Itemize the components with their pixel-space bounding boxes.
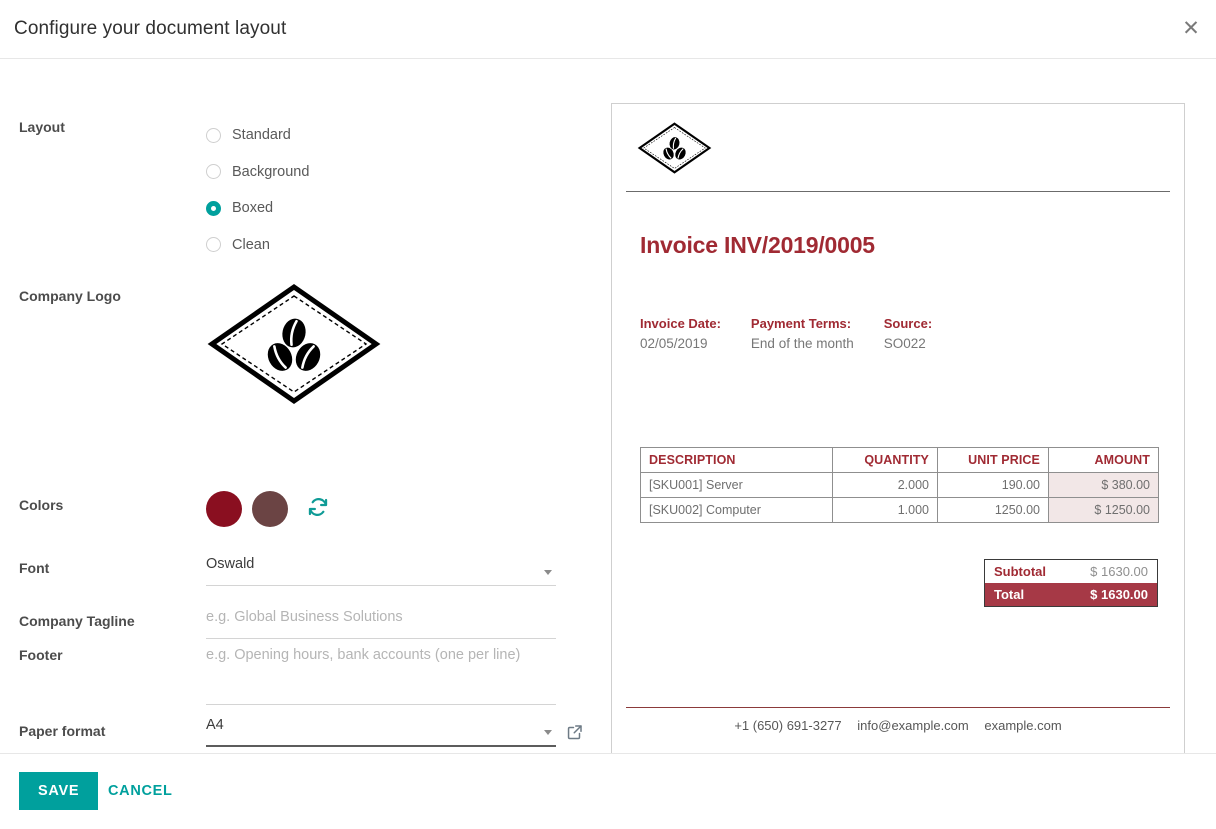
cancel-button[interactable]: CANCEL — [100, 772, 181, 810]
dialog-body: Layout Standard Background Boxed Clean C… — [0, 59, 1216, 768]
invoice-lines-table: DESCRIPTION QUANTITY UNIT PRICE AMOUNT [… — [640, 447, 1159, 523]
external-link-icon[interactable] — [566, 723, 584, 741]
configure-document-layout-dialog: Configure your document layout ✕ Layout … — [0, 0, 1216, 829]
company-logo-image[interactable] — [206, 281, 382, 407]
save-button[interactable]: SAVE — [19, 772, 99, 810]
radio-icon — [206, 127, 221, 143]
font-label: Font — [19, 560, 50, 576]
paper-format-label: Paper format — [19, 723, 106, 739]
radio-icon — [206, 164, 221, 180]
cell-description: [SKU002] Computer — [640, 497, 833, 523]
total-value: $ 1630.00 — [1090, 587, 1148, 602]
paper-format-select[interactable]: A4 — [206, 717, 556, 747]
table-row: [SKU002] Computer 1.000 1250.00 $ 1250.0… — [640, 497, 1159, 523]
footer-website: example.com — [984, 718, 1062, 733]
colors-label: Colors — [19, 497, 64, 513]
primary-color-swatch[interactable] — [206, 491, 242, 527]
radio-option-background[interactable]: Background — [206, 154, 309, 191]
page-title: Configure your document layout — [14, 18, 287, 39]
radio-option-clean[interactable]: Clean — [206, 227, 309, 264]
chevron-down-icon — [544, 730, 552, 735]
cell-description: [SKU001] Server — [640, 472, 833, 498]
preview-header — [612, 104, 1184, 192]
meta-payment-terms: Payment Terms: End of the month — [751, 316, 854, 351]
meta-label: Payment Terms: — [750, 316, 852, 331]
table-row: [SKU001] Server 2.000 190.00 $ 380.00 — [640, 472, 1159, 498]
column-header-description: DESCRIPTION — [640, 447, 833, 473]
refresh-icon[interactable] — [307, 496, 329, 518]
meta-value: SO022 — [883, 336, 926, 351]
radio-option-standard[interactable]: Standard — [206, 117, 309, 154]
preview-logo — [637, 120, 712, 176]
column-header-amount: AMOUNT — [1048, 447, 1159, 473]
footer-label: Footer — [19, 647, 63, 663]
layout-settings-form: Layout Standard Background Boxed Clean C… — [0, 59, 600, 753]
paper-format-value: A4 — [206, 717, 224, 733]
company-tagline-placeholder: e.g. Global Business Solutions — [206, 609, 403, 625]
column-header-unit-price: UNIT PRICE — [937, 447, 1049, 473]
subtotal-label: Subtotal — [994, 564, 1046, 579]
layout-label: Layout — [19, 119, 65, 135]
meta-source: Source: SO022 — [884, 316, 932, 351]
cell-amount: $ 1250.00 — [1048, 497, 1159, 523]
cell-quantity: 1.000 — [832, 497, 938, 523]
subtotal-value: $ 1630.00 — [1090, 564, 1148, 579]
radio-label: Boxed — [232, 200, 274, 217]
meta-invoice-date: Invoice Date: 02/05/2019 — [640, 316, 721, 351]
footer-phone: +1 (650) 691-3277 — [734, 718, 842, 733]
total-row: Total $ 1630.00 — [985, 583, 1157, 606]
radio-option-boxed[interactable]: Boxed — [206, 190, 309, 227]
font-value: Oswald — [206, 556, 255, 572]
radio-icon — [206, 237, 221, 253]
cell-unit-price: 190.00 — [937, 472, 1049, 498]
cell-quantity: 2.000 — [832, 472, 938, 498]
close-icon[interactable]: ✕ — [1176, 14, 1206, 44]
layout-radio-group: Standard Background Boxed Clean — [206, 117, 309, 263]
radio-label: Background — [232, 163, 310, 180]
meta-label: Invoice Date: — [640, 316, 721, 331]
invoice-title: Invoice INV/2019/0005 — [640, 232, 875, 258]
total-label: Total — [994, 587, 1025, 602]
meta-value: End of the month — [750, 336, 854, 351]
font-select[interactable]: Oswald — [206, 556, 556, 586]
meta-label: Source: — [883, 316, 933, 331]
secondary-color-swatch[interactable] — [252, 491, 288, 527]
footer-field[interactable]: e.g. Opening hours, bank accounts (one p… — [206, 643, 556, 705]
preview-header-divider — [626, 191, 1170, 192]
footer-email: info@example.com — [857, 718, 969, 733]
column-header-quantity: QUANTITY — [832, 447, 938, 473]
chevron-down-icon — [544, 570, 552, 575]
company-tagline-label: Company Tagline — [19, 613, 135, 629]
preview-footer: +1 (650) 691-3277 info@example.com examp… — [626, 707, 1170, 733]
dialog-footer: SAVE CANCEL — [0, 753, 1216, 829]
company-logo-label: Company Logo — [19, 288, 121, 304]
radio-icon-selected — [206, 200, 221, 216]
subtotal-row: Subtotal $ 1630.00 — [985, 560, 1157, 583]
radio-label: Standard — [232, 127, 291, 144]
dialog-header: Configure your document layout ✕ — [0, 0, 1216, 59]
table-header-row: DESCRIPTION QUANTITY UNIT PRICE AMOUNT — [640, 447, 1159, 473]
radio-label: Clean — [232, 236, 270, 253]
cell-unit-price: 1250.00 — [937, 497, 1049, 523]
footer-placeholder: e.g. Opening hours, bank accounts (one p… — [206, 647, 521, 663]
invoice-meta: Invoice Date: 02/05/2019 Payment Terms: … — [640, 316, 962, 351]
meta-value: 02/05/2019 — [640, 336, 708, 351]
cell-amount: $ 380.00 — [1048, 472, 1159, 498]
document-preview: Invoice INV/2019/0005 Invoice Date: 02/0… — [611, 103, 1185, 768]
company-tagline-field[interactable]: e.g. Global Business Solutions — [206, 609, 556, 639]
invoice-totals: Subtotal $ 1630.00 Total $ 1630.00 — [984, 559, 1158, 607]
